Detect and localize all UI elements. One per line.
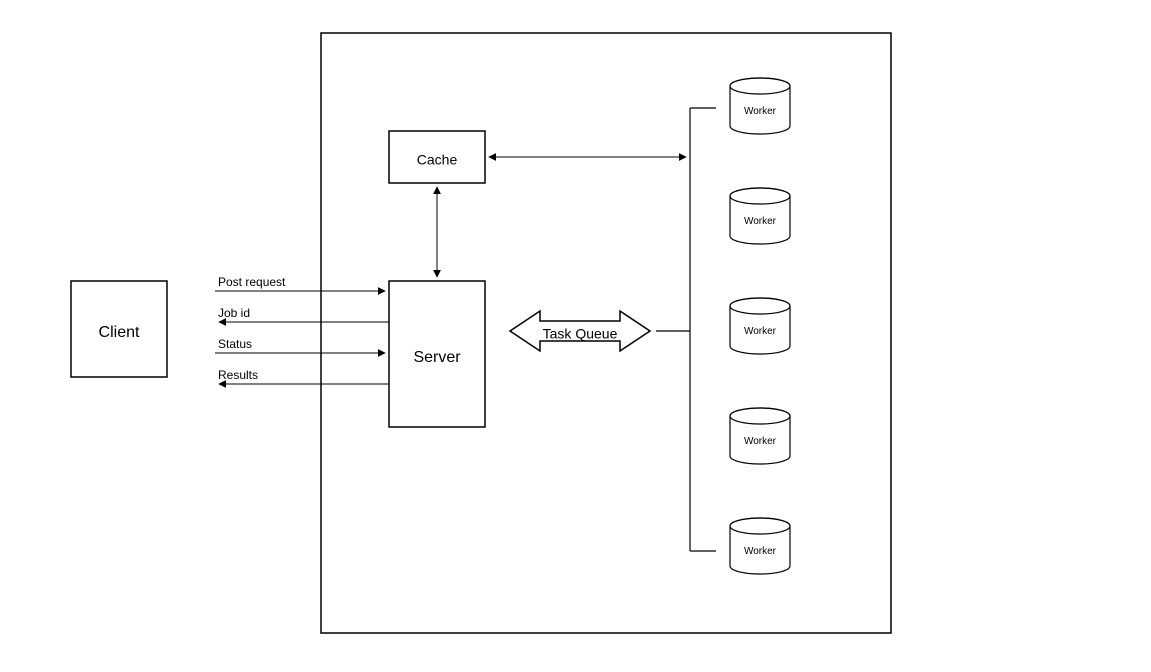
- worker-label: Worker: [744, 326, 777, 337]
- architecture-diagram: Client Server Cache Post request Job id …: [0, 0, 1151, 672]
- edge-job-id: Job id: [218, 306, 250, 320]
- worker-label: Worker: [744, 216, 777, 227]
- client-server-edges: Post request Job id Status Results: [215, 275, 389, 384]
- client-label: Client: [99, 324, 140, 341]
- server-box: Server: [389, 281, 485, 427]
- worker-cylinder: Worker: [730, 408, 790, 464]
- client-box: Client: [71, 281, 167, 377]
- server-label: Server: [413, 349, 461, 366]
- worker-cylinder: Worker: [730, 78, 790, 134]
- worker-label: Worker: [744, 546, 777, 557]
- task-queue-bracket: [656, 108, 716, 551]
- task-queue-arrow: Task Queue: [510, 311, 650, 351]
- worker-cylinder: Worker: [730, 188, 790, 244]
- cache-label: Cache: [417, 152, 458, 168]
- edge-status: Status: [218, 337, 252, 351]
- worker-label: Worker: [744, 106, 777, 117]
- edge-results: Results: [218, 368, 258, 382]
- worker-cylinder: Worker: [730, 298, 790, 354]
- cache-box: Cache: [389, 131, 485, 183]
- edge-post-request: Post request: [218, 275, 286, 289]
- task-queue-label: Task Queue: [543, 326, 618, 342]
- workers-column: Worker Worker Worker Worker Work: [730, 78, 790, 574]
- worker-label: Worker: [744, 436, 777, 447]
- worker-cylinder: Worker: [730, 518, 790, 574]
